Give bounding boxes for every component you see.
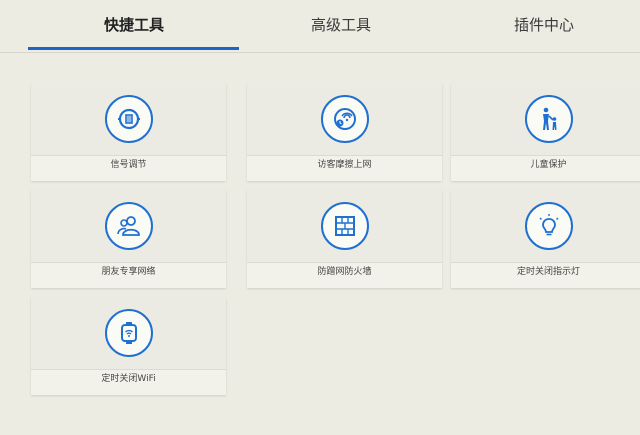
active-tab-indicator	[28, 47, 239, 50]
tab-advanced-tools[interactable]: 高级工具	[311, 14, 371, 35]
tool-card-wifi-timer[interactable]: 定时关闭WiFi	[31, 297, 226, 395]
friends-network-icon	[104, 202, 153, 250]
tool-card-label: 定时关闭WiFi	[101, 374, 156, 384]
tool-card-label: 朋友专享网络	[101, 267, 156, 277]
tool-card-indicator-light[interactable]: 定时关闭指示灯	[451, 190, 640, 288]
tool-card-label: 儿童保护	[530, 160, 567, 170]
tool-card-label: 访客摩擦上网	[317, 160, 372, 170]
tool-card-label: 防蹭网防火墙	[317, 267, 372, 277]
signal-adjust-icon	[104, 95, 153, 143]
lightbulb-icon	[524, 202, 573, 250]
tool-card-label: 定时关闭指示灯	[516, 267, 580, 277]
tool-card-signal-adjust[interactable]: 信号调节	[31, 83, 226, 181]
child-protection-icon	[524, 95, 573, 143]
tab-quick-tools[interactable]: 快捷工具	[104, 14, 164, 35]
watch-wifi-icon	[104, 309, 153, 357]
tab-plugin-center[interactable]: 插件中心	[514, 14, 574, 35]
tool-card-child-protection[interactable]: 儿童保护	[451, 83, 640, 181]
tab-bar: 快捷工具 高级工具 插件中心	[0, 0, 640, 53]
tool-card-firewall[interactable]: 防蹭网防火墙	[247, 190, 442, 288]
firewall-icon	[320, 202, 369, 250]
tool-card-label: 信号调节	[110, 160, 147, 170]
guest-network-icon	[320, 95, 369, 143]
tool-card-friends-network[interactable]: 朋友专享网络	[31, 190, 226, 288]
tool-card-guest-network[interactable]: 访客摩擦上网	[247, 83, 442, 181]
